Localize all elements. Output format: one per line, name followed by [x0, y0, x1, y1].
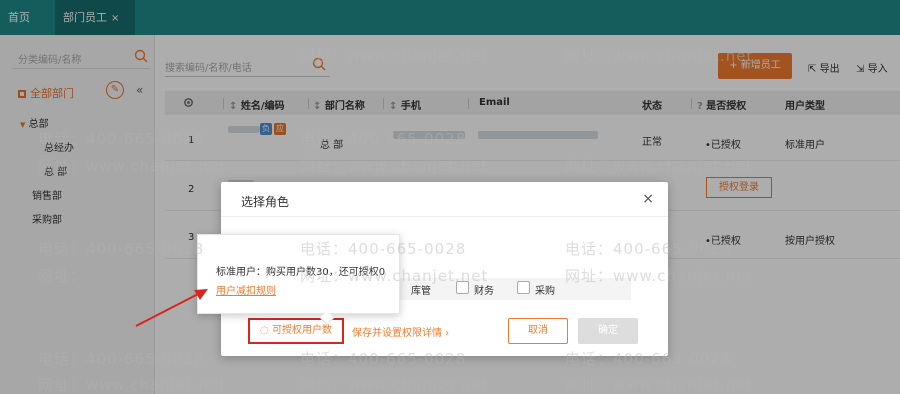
- role-checkbox-purchase[interactable]: [517, 281, 530, 294]
- dialog-divider: [221, 216, 668, 217]
- deduction-rules-link[interactable]: 用户减扣规则: [216, 282, 276, 297]
- role-label-finance: 财务: [474, 286, 494, 297]
- close-icon[interactable]: ×: [642, 191, 654, 207]
- shield-icon: ◌: [260, 325, 269, 336]
- save-and-set-permissions-link[interactable]: 保存并设置权限详情 ›: [352, 324, 449, 339]
- popover-quota-text: 标准用户：购买用户数30，还可授权0: [216, 267, 386, 278]
- cancel-button[interactable]: 取消: [508, 318, 568, 344]
- dialog-title: 选择角色: [241, 195, 290, 209]
- role-options: 库管 财务 采购: [381, 278, 631, 300]
- role-checkbox-finance[interactable]: [456, 281, 469, 294]
- user-quota-popover: 标准用户：购买用户数30，还可授权0 用户减扣规则: [197, 234, 400, 326]
- authorizable-users-label: 可授权用户数: [271, 325, 332, 336]
- role-label-warehouse: 库管: [411, 286, 431, 297]
- role-label-purchase: 采购: [535, 286, 555, 297]
- confirm-button[interactable]: 确定: [578, 318, 638, 344]
- annotation-arrow-icon: [135, 289, 208, 327]
